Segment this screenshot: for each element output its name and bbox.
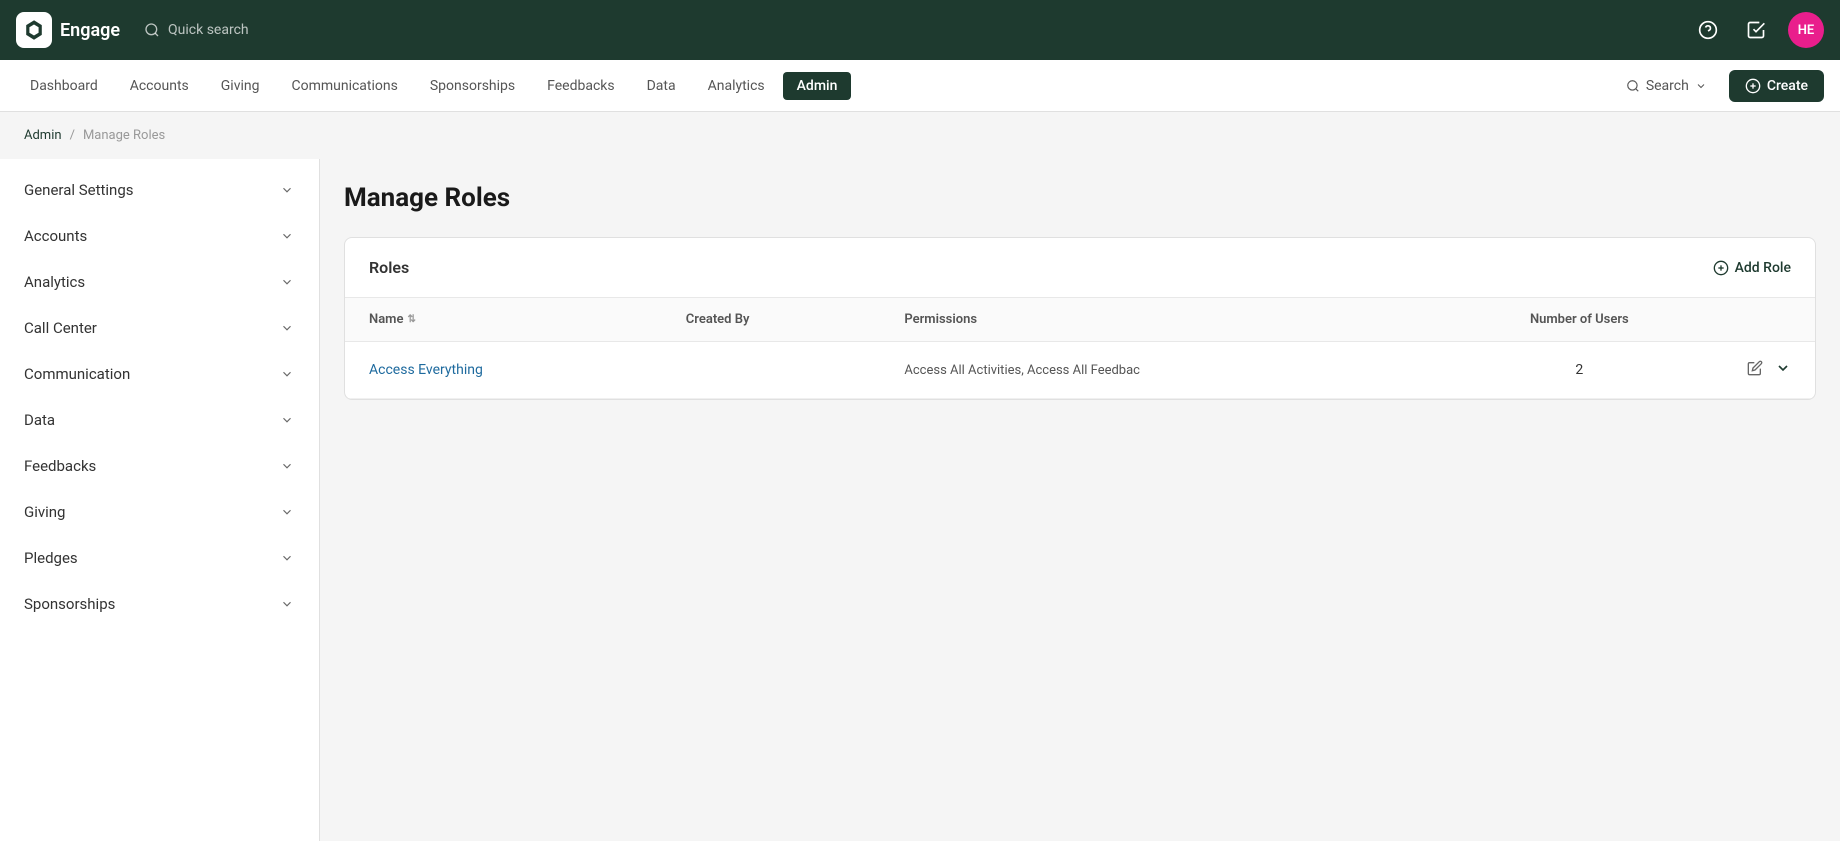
topbar-right: HE xyxy=(1692,12,1824,48)
nav-item-communications[interactable]: Communications xyxy=(277,72,411,100)
roles-section-title: Roles xyxy=(369,258,409,277)
col-permissions: Permissions xyxy=(880,298,1435,342)
row-name[interactable]: Access Everything xyxy=(345,342,662,399)
app-logo[interactable]: Engage xyxy=(16,12,120,48)
chevron-down-icon xyxy=(279,274,295,290)
sidebar-item-label: Accounts xyxy=(24,227,87,245)
table-row: Access Everything Access All Activities,… xyxy=(345,342,1815,399)
breadcrumb-admin[interactable]: Admin xyxy=(24,128,62,143)
col-name[interactable]: Name ⇅ xyxy=(345,298,662,342)
chevron-down-icon xyxy=(279,596,295,612)
sidebar-item-giving[interactable]: Giving xyxy=(0,489,319,535)
quick-search-label: Quick search xyxy=(168,22,249,38)
add-role-label: Add Role xyxy=(1735,260,1791,276)
col-actions xyxy=(1723,298,1815,342)
roles-header: Roles Add Role xyxy=(345,238,1815,298)
nav-item-admin[interactable]: Admin xyxy=(783,72,852,100)
nav-item-giving[interactable]: Giving xyxy=(207,72,274,100)
row-actions-cell xyxy=(1723,342,1815,399)
chevron-down-icon xyxy=(279,320,295,336)
sidebar-item-call-center[interactable]: Call Center xyxy=(0,305,319,351)
chevron-down-icon xyxy=(279,550,295,566)
sidebar-item-label: Feedbacks xyxy=(24,457,96,475)
chevron-down-icon xyxy=(279,228,295,244)
breadcrumb-separator: / xyxy=(70,128,75,143)
col-num-users: Number of Users xyxy=(1436,298,1723,342)
sidebar-item-label: Giving xyxy=(24,503,65,521)
col-created-by: Created By xyxy=(662,298,881,342)
main-content: Manage Roles Roles Add Role Name xyxy=(320,159,1840,841)
sidebar-item-general-settings[interactable]: General Settings xyxy=(0,167,319,213)
chevron-down-icon xyxy=(279,366,295,382)
chevron-down-icon xyxy=(279,504,295,520)
nav-right: Search Create xyxy=(1616,70,1824,102)
sidebar-item-label: Communication xyxy=(24,365,130,383)
sidebar-item-communication[interactable]: Communication xyxy=(0,351,319,397)
row-actions xyxy=(1747,360,1791,380)
create-plus-icon xyxy=(1745,78,1761,94)
search-chevron-icon xyxy=(1695,80,1707,92)
nav-item-accounts[interactable]: Accounts xyxy=(116,72,203,100)
sidebar-item-sponsorships[interactable]: Sponsorships xyxy=(0,581,319,627)
row-num-users: 2 xyxy=(1436,342,1723,399)
sidebar-item-analytics[interactable]: Analytics xyxy=(0,259,319,305)
chevron-down-icon xyxy=(279,412,295,428)
breadcrumb: Admin / Manage Roles xyxy=(0,112,1840,159)
user-avatar[interactable]: HE xyxy=(1788,12,1824,48)
sidebar-item-label: Sponsorships xyxy=(24,595,115,613)
chevron-down-icon xyxy=(279,458,295,474)
sidebar-item-feedbacks[interactable]: Feedbacks xyxy=(0,443,319,489)
chevron-down-icon xyxy=(279,182,295,198)
app-name: Engage xyxy=(60,20,120,41)
edit-icon[interactable] xyxy=(1747,360,1763,380)
nav-item-dashboard[interactable]: Dashboard xyxy=(16,72,112,100)
nav-item-analytics[interactable]: Analytics xyxy=(694,72,779,100)
add-role-icon xyxy=(1713,260,1729,276)
sidebar-item-pledges[interactable]: Pledges xyxy=(0,535,319,581)
quick-search[interactable]: Quick search xyxy=(144,22,249,38)
help-icon-btn[interactable] xyxy=(1692,14,1724,46)
secondary-nav: Dashboard Accounts Giving Communications… xyxy=(0,60,1840,112)
search-button[interactable]: Search xyxy=(1616,72,1717,100)
sort-icon: ⇅ xyxy=(407,314,415,325)
nav-item-feedbacks[interactable]: Feedbacks xyxy=(533,72,628,100)
nav-item-data[interactable]: Data xyxy=(633,72,690,100)
breadcrumb-current: Manage Roles xyxy=(83,128,165,143)
roles-card: Roles Add Role Name ⇅ xyxy=(344,237,1816,400)
page-title: Manage Roles xyxy=(344,183,1816,213)
sidebar-item-data[interactable]: Data xyxy=(0,397,319,443)
main-layout: General Settings Accounts Analytics xyxy=(0,159,1840,841)
search-nav-icon xyxy=(1626,79,1640,93)
search-label: Search xyxy=(1646,78,1689,94)
roles-table: Name ⇅ Created By Permissions Number of … xyxy=(345,298,1815,399)
row-permissions: Access All Activities, Access All Feedba… xyxy=(880,342,1435,399)
create-button[interactable]: Create xyxy=(1729,70,1824,102)
sidebar-item-accounts[interactable]: Accounts xyxy=(0,213,319,259)
sidebar-item-label: Analytics xyxy=(24,273,85,291)
top-bar: Engage Quick search HE xyxy=(0,0,1840,60)
sidebar-item-label: Call Center xyxy=(24,319,97,337)
create-label: Create xyxy=(1767,78,1808,94)
sidebar-item-label: General Settings xyxy=(24,181,134,199)
nav-item-sponsorships[interactable]: Sponsorships xyxy=(416,72,529,100)
tasks-icon-btn[interactable] xyxy=(1740,14,1772,46)
add-role-button[interactable]: Add Role xyxy=(1713,260,1791,276)
sidebar-item-label: Data xyxy=(24,411,55,429)
row-created-by xyxy=(662,342,881,399)
admin-sidebar: General Settings Accounts Analytics xyxy=(0,159,320,841)
search-icon xyxy=(144,22,160,38)
logo-icon xyxy=(16,12,52,48)
sidebar-item-label: Pledges xyxy=(24,549,78,567)
expand-row-icon[interactable] xyxy=(1775,360,1791,380)
